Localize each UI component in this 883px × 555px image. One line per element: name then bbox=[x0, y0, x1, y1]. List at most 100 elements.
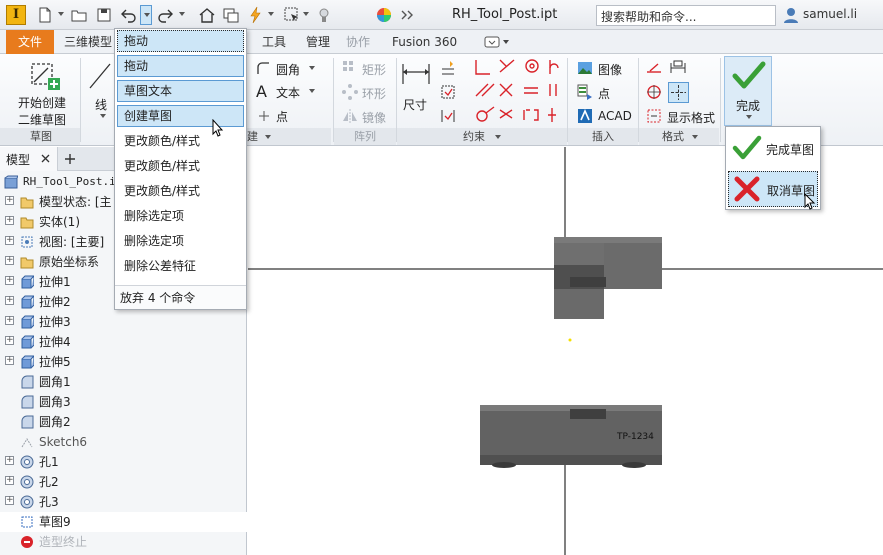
tree-item[interactable]: 圆角2 bbox=[0, 412, 247, 432]
panel-title-pattern[interactable]: 阵列 bbox=[354, 129, 376, 144]
undo-menu-item[interactable]: 删除选定项 bbox=[117, 205, 244, 227]
ribbon-display-options-button[interactable] bbox=[484, 35, 510, 49]
tab-fusion-360[interactable]: Fusion 360 bbox=[384, 30, 465, 54]
undo-menu-current-item[interactable]: 拖动 bbox=[117, 30, 244, 52]
auto-dimension-icon[interactable] bbox=[440, 60, 456, 76]
tab-manage[interactable]: 管理 bbox=[298, 30, 338, 54]
select-icon[interactable] bbox=[283, 6, 301, 24]
tree-item[interactable]: + 拉伸5 bbox=[0, 352, 247, 372]
chevron-down-icon[interactable] bbox=[58, 12, 64, 16]
undo-menu-item[interactable]: 草图文本 bbox=[117, 80, 244, 102]
expand-arrows-icon[interactable] bbox=[398, 6, 416, 24]
finish-sketch-menu-item[interactable]: 完成草图 bbox=[728, 131, 818, 167]
expand-plus-icon[interactable]: + bbox=[5, 256, 14, 265]
expand-plus-icon[interactable]: + bbox=[5, 476, 14, 485]
update-lightning-icon[interactable] bbox=[247, 6, 265, 24]
tab-file[interactable]: 文件 bbox=[6, 30, 54, 54]
undo-menu-item[interactable]: 删除公差特征 bbox=[117, 255, 244, 277]
tree-item[interactable]: Sketch6 bbox=[0, 432, 247, 452]
constraint-tools-grid[interactable] bbox=[472, 58, 562, 124]
panel-title-constrain[interactable]: 约束 bbox=[463, 129, 485, 144]
tree-item[interactable]: + 孔3 bbox=[0, 492, 247, 512]
expand-plus-icon[interactable]: + bbox=[5, 196, 14, 205]
chevron-down-icon[interactable] bbox=[179, 12, 185, 16]
user-icon[interactable] bbox=[782, 6, 800, 24]
expand-plus-icon[interactable]: + bbox=[5, 456, 14, 465]
show-constraints-icon[interactable] bbox=[440, 108, 456, 124]
add-tab-plus-icon[interactable] bbox=[64, 153, 76, 165]
save-icon[interactable] bbox=[95, 6, 113, 24]
expand-plus-icon[interactable]: + bbox=[5, 336, 14, 345]
constraint-settings-icon[interactable] bbox=[440, 84, 456, 100]
chevron-down-icon[interactable] bbox=[303, 12, 309, 16]
tree-item[interactable]: 造型终止 bbox=[0, 532, 247, 552]
tree-item-label: 圆角3 bbox=[39, 395, 71, 409]
expand-plus-icon[interactable]: + bbox=[5, 276, 14, 285]
center-point-icon[interactable] bbox=[646, 84, 662, 100]
tree-item[interactable]: + 孔1 bbox=[0, 452, 247, 472]
expand-plus-icon[interactable]: + bbox=[5, 316, 14, 325]
expand-plus-icon[interactable]: + bbox=[5, 216, 14, 225]
line-button[interactable]: 线 bbox=[84, 56, 114, 126]
chevron-down-icon[interactable] bbox=[268, 12, 274, 16]
chevron-down-icon[interactable] bbox=[495, 135, 501, 139]
construction-line-icon[interactable] bbox=[646, 60, 662, 76]
insert-acad-button[interactable]: ACAD bbox=[598, 109, 632, 123]
window-icon[interactable] bbox=[222, 6, 240, 24]
insert-points-button[interactable]: 点 bbox=[598, 85, 610, 102]
expand-plus-icon[interactable]: + bbox=[5, 296, 14, 305]
undo-menu-item[interactable]: 更改颜色/样式 bbox=[117, 155, 244, 177]
browser-tab-model[interactable]: 模型 bbox=[0, 147, 58, 171]
panel-title-format[interactable]: 格式 bbox=[662, 129, 684, 144]
tree-item[interactable]: + 拉伸4 bbox=[0, 332, 247, 352]
chevron-down-icon[interactable] bbox=[692, 135, 698, 139]
tab-tools[interactable]: 工具 bbox=[254, 30, 294, 54]
new-file-icon[interactable] bbox=[36, 6, 54, 24]
chevron-down-icon[interactable] bbox=[309, 66, 315, 70]
mirror-button[interactable]: 镜像 bbox=[362, 109, 386, 126]
fillet-button[interactable]: 圆角 bbox=[276, 61, 300, 78]
panel-title-sketch[interactable]: 草图 bbox=[30, 129, 52, 144]
chevron-down-icon[interactable] bbox=[309, 89, 315, 93]
tree-item[interactable]: 圆角3 bbox=[0, 392, 247, 412]
expand-plus-icon[interactable]: + bbox=[5, 496, 14, 505]
material-icon[interactable] bbox=[315, 6, 333, 24]
help-search-input[interactable]: 搜索帮助和命令... bbox=[596, 5, 776, 26]
close-icon[interactable] bbox=[40, 153, 51, 164]
undo-icon[interactable] bbox=[120, 6, 138, 24]
start-2d-sketch-button[interactable]: 开始创建 二维草图 bbox=[8, 56, 78, 127]
chevron-down-icon[interactable] bbox=[265, 135, 271, 139]
undo-menu-item[interactable]: 拖动 bbox=[117, 55, 244, 77]
panel-title-insert[interactable]: 插入 bbox=[592, 129, 614, 144]
user-name[interactable]: samuel.li bbox=[803, 7, 857, 21]
finish-sketch-dropdown-button[interactable]: 完成 bbox=[724, 56, 772, 126]
redo-icon[interactable] bbox=[156, 6, 174, 24]
expand-plus-icon[interactable]: + bbox=[5, 236, 14, 245]
text-button[interactable]: 文本 bbox=[276, 84, 300, 101]
tab-collaborate[interactable]: 协作 bbox=[338, 30, 378, 54]
tree-item-label: 孔2 bbox=[39, 475, 59, 489]
point-button[interactable]: 点 bbox=[276, 108, 288, 125]
home-icon[interactable] bbox=[198, 6, 216, 24]
centerline-toggle[interactable] bbox=[668, 82, 689, 103]
appearance-color-wheel-icon[interactable] bbox=[375, 6, 393, 24]
tree-item[interactable]: + 拉伸3 bbox=[0, 312, 247, 332]
rectangular-pattern-button[interactable]: 矩形 bbox=[362, 61, 386, 78]
sketch-point[interactable] bbox=[568, 338, 572, 342]
dimension-button[interactable]: 尺寸 bbox=[398, 56, 434, 126]
tree-item[interactable]: 圆角1 bbox=[0, 372, 247, 392]
tree-item[interactable]: + 孔2 bbox=[0, 472, 247, 492]
undo-menu-item[interactable]: 更改颜色/样式 bbox=[117, 180, 244, 202]
insert-image-button[interactable]: 图像 bbox=[598, 61, 622, 78]
open-folder-icon[interactable] bbox=[70, 6, 88, 24]
driven-dimension-icon[interactable] bbox=[670, 60, 686, 76]
panel-title-create[interactable]: 建 bbox=[247, 129, 258, 144]
undo-menu-item[interactable]: 删除选定项 bbox=[117, 230, 244, 252]
app-logo[interactable]: I bbox=[6, 5, 26, 25]
expand-plus-icon[interactable]: + bbox=[5, 356, 14, 365]
show-format-button[interactable]: 显示格式 bbox=[667, 109, 715, 126]
circular-pattern-button[interactable]: 环形 bbox=[362, 85, 386, 102]
tab-3d-model[interactable]: 三维模型 bbox=[56, 30, 120, 54]
undo-dropdown-button[interactable] bbox=[140, 5, 152, 25]
tree-item[interactable]: 草图9 bbox=[0, 512, 247, 532]
